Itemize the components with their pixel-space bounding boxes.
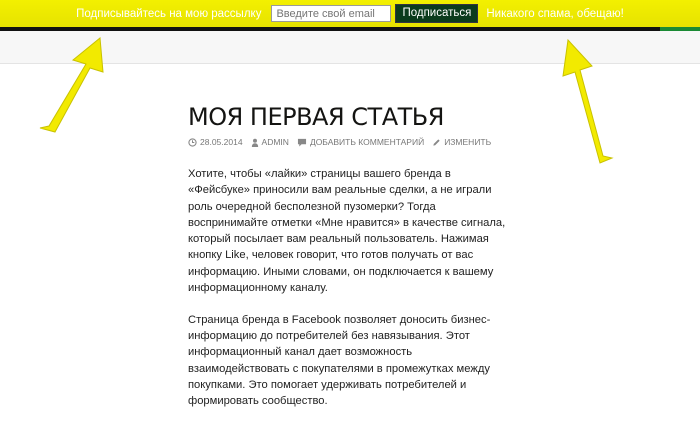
article-paragraph: Хотите, чтобы «лайки» страницы вашего бр… [188, 168, 506, 295]
article-meta: 28.05.2014 ADMIN ДОБАВИТЬ КОММЕНТАРИЙ ИЗ… [188, 137, 528, 147]
meta-comments-text: ДОБАВИТЬ КОММЕНТАРИЙ [309, 137, 425, 147]
no-spam-note: Никакого спама, обещаю! [486, 7, 624, 20]
article-content: Хотите, чтобы «лайки» страницы вашего бр… [188, 166, 514, 425]
navigation-band [0, 31, 700, 64]
article-title: МОЯ ПЕРВАЯ СТАТЬЯ [188, 103, 444, 131]
meta-author[interactable]: ADMIN [251, 137, 289, 147]
subscribe-prompt: Подписывайтесь на мою рассылку [76, 7, 262, 20]
subscribe-bar: Подписывайтесь на мою рассылку Подписать… [0, 0, 700, 27]
user-icon [251, 138, 258, 147]
clock-icon [188, 137, 197, 147]
meta-comments-link[interactable]: ДОБАВИТЬ КОММЕНТАРИЙ [297, 137, 424, 147]
email-input[interactable] [271, 5, 392, 22]
meta-date[interactable]: 28.05.2014 [188, 137, 243, 147]
meta-edit-link[interactable]: ИЗМЕНИТЬ [432, 137, 491, 147]
subscribe-button[interactable]: Подписаться [395, 4, 479, 23]
article-header: МОЯ ПЕРВАЯ СТАТЬЯ 28.05.2014 ADMIN ДОБАВ… [188, 100, 528, 147]
comment-icon [297, 138, 306, 147]
article-paragraph: Страница бренда в Facebook позволяет дон… [188, 313, 491, 408]
pencil-icon [433, 138, 440, 146]
meta-edit-text: ИЗМЕНИТЬ [444, 137, 492, 147]
meta-date-text: 28.05.2014 [200, 137, 243, 147]
meta-author-text: ADMIN [261, 137, 289, 147]
